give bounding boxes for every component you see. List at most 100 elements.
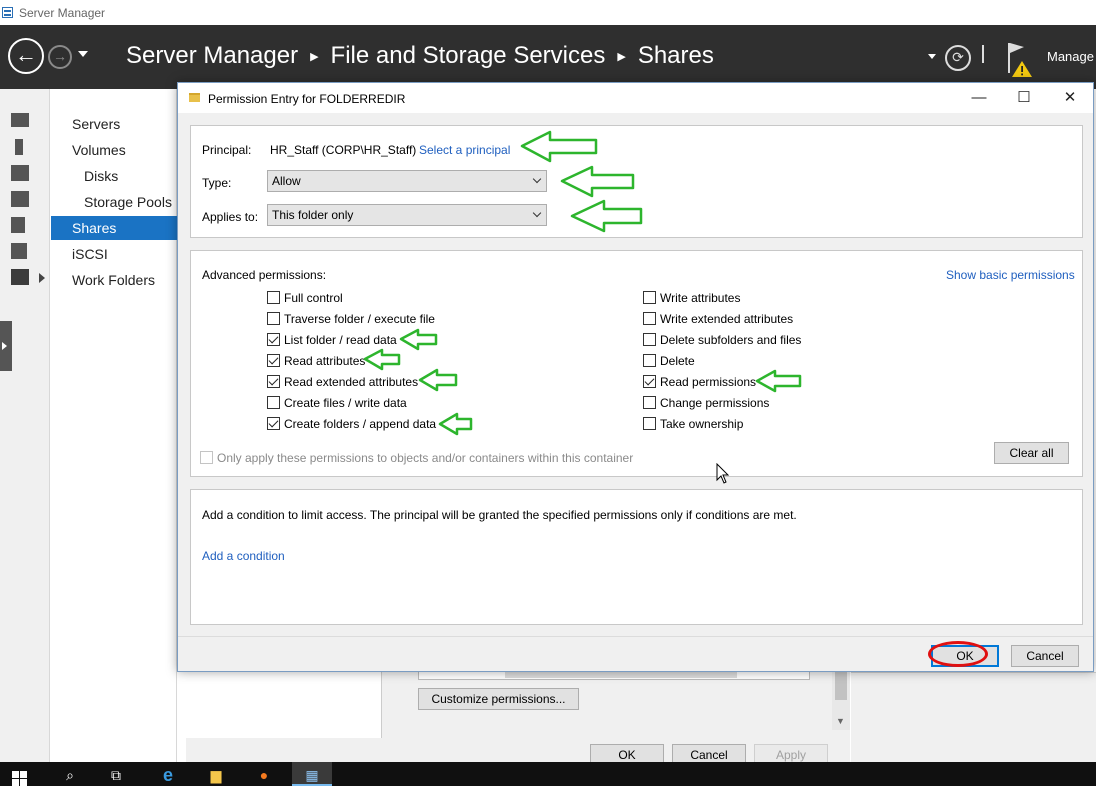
cancel-button[interactable]: Cancel — [1011, 645, 1079, 667]
file-services-icon[interactable] — [11, 269, 29, 285]
show-basic-permissions-link[interactable]: Show basic permissions — [946, 268, 1075, 282]
header-bar: ← → Server Manager ▶ File and Storage Se… — [0, 25, 1096, 89]
minimize-icon[interactable]: — — [968, 87, 990, 109]
perm-change-permissions[interactable]: Change permissions — [643, 395, 769, 410]
history-dropdown-icon[interactable] — [78, 51, 88, 57]
checkbox-checked[interactable] — [267, 333, 280, 346]
expand-arrow-icon[interactable] — [39, 273, 45, 283]
maximize-icon[interactable]: ☐ — [1013, 87, 1035, 109]
forward-button[interactable]: → — [48, 45, 72, 69]
principal-value: HR_Staff (CORP\HR_Staff) — [270, 143, 417, 157]
background-right-panel — [851, 672, 1096, 762]
close-icon[interactable]: ✕ — [1059, 87, 1081, 109]
refresh-icon[interactable]: ⟳ — [945, 45, 971, 71]
server-manager-taskbar-icon[interactable]: ▦ — [292, 762, 332, 786]
principal-panel: Principal: HR_Staff (CORP\HR_Staff) Sele… — [190, 125, 1083, 238]
perm-create-folders[interactable]: Create folders / append data — [267, 416, 436, 431]
tools-icon[interactable] — [11, 217, 25, 233]
perm-label: Full control — [284, 290, 343, 305]
perm-delete[interactable]: Delete — [643, 353, 695, 368]
perm-label: Read extended attributes — [284, 374, 419, 389]
checkbox-checked[interactable] — [267, 417, 280, 430]
perm-label: List folder / read data — [284, 332, 397, 347]
checkbox[interactable] — [643, 396, 656, 409]
checkbox-checked[interactable] — [643, 375, 656, 388]
perm-read-permissions[interactable]: Read permissions — [643, 374, 756, 389]
dialog-titlebar: Permission Entry for FOLDERREDIR — ☐ ✕ — [178, 83, 1093, 113]
perm-write-attributes[interactable]: Write attributes — [643, 290, 740, 305]
start-windows-icon[interactable] — [12, 771, 28, 786]
applies-to-label: Applies to: — [202, 210, 259, 224]
subnav-item-disks[interactable]: Disks — [51, 164, 177, 188]
applies-to-dropdown[interactable]: This folder only — [267, 204, 547, 226]
perm-create-files[interactable]: Create files / write data — [267, 395, 407, 410]
back-button[interactable]: ← — [8, 38, 44, 74]
chevron-down-icon — [532, 208, 542, 218]
checkbox[interactable] — [643, 417, 656, 430]
perm-write-extended-attributes[interactable]: Write extended attributes — [643, 311, 793, 326]
folder-icon — [189, 93, 200, 102]
checkbox-checked[interactable] — [267, 354, 280, 367]
perm-read-extended-attributes[interactable]: Read extended attributes — [267, 374, 418, 389]
panel-toggle-handle[interactable] — [0, 321, 12, 371]
subnav-item-shares[interactable]: Shares — [51, 216, 177, 240]
internet-explorer-icon[interactable]: e — [148, 762, 188, 786]
breadcrumb-item[interactable]: Server Manager — [126, 42, 298, 70]
breadcrumb-item[interactable]: File and Storage Services — [331, 42, 606, 70]
scroll-down-icon[interactable]: ▼ — [836, 716, 845, 726]
perm-read-attributes[interactable]: Read attributes — [267, 353, 365, 368]
annotation-ring — [928, 641, 988, 667]
checkbox[interactable] — [267, 291, 280, 304]
perm-traverse-folder[interactable]: Traverse folder / execute file — [267, 311, 435, 326]
perm-label: Read permissions — [660, 374, 757, 389]
checkbox[interactable] — [643, 333, 656, 346]
local-server-icon[interactable] — [15, 139, 23, 155]
notifications-flag-icon[interactable] — [1004, 41, 1034, 77]
checkbox[interactable] — [643, 291, 656, 304]
mouse-cursor-icon — [716, 463, 730, 484]
header-dropdown-icon[interactable] — [928, 54, 936, 59]
search-icon[interactable]: ⌕ — [50, 762, 90, 786]
perm-delete-subfolders[interactable]: Delete subfolders and files — [643, 332, 801, 347]
customize-permissions-button[interactable]: Customize permissions... — [418, 688, 579, 710]
checkbox[interactable] — [267, 396, 280, 409]
all-servers-icon[interactable] — [11, 165, 29, 181]
header-divider — [982, 45, 984, 63]
checkbox[interactable] — [267, 312, 280, 325]
perm-take-ownership[interactable]: Take ownership — [643, 416, 743, 431]
subnav-list: Servers Volumes Disks Storage Pools Shar… — [51, 89, 177, 762]
type-dropdown[interactable]: Allow — [267, 170, 547, 192]
subnav-item-work-folders[interactable]: Work Folders — [51, 268, 177, 292]
add-condition-link[interactable]: Add a condition — [202, 549, 285, 563]
select-principal-link[interactable]: Select a principal — [419, 143, 510, 157]
checkbox[interactable] — [643, 354, 656, 367]
subnav-item-volumes[interactable]: Volumes — [51, 138, 177, 162]
subnav-item-iscsi[interactable]: iSCSI — [51, 242, 177, 266]
window-title: Server Manager — [19, 6, 106, 20]
breadcrumb-item[interactable]: Shares — [638, 42, 714, 70]
perm-label: Change permissions — [660, 395, 770, 410]
perm-list-folder[interactable]: List folder / read data — [267, 332, 397, 347]
file-explorer-icon[interactable]: ▆ — [196, 762, 236, 786]
advanced-permissions-label: Advanced permissions: — [202, 268, 327, 282]
perm-full-control[interactable]: Full control — [267, 290, 343, 305]
dialog-body: Principal: HR_Staff (CORP\HR_Staff) Sele… — [178, 113, 1093, 671]
server-manager-icon — [2, 7, 13, 18]
task-view-icon[interactable]: ⧉ — [96, 762, 136, 786]
users-icon[interactable] — [11, 243, 27, 259]
dashboard-icon[interactable] — [11, 113, 29, 127]
permissions-panel: Advanced permissions: Show basic permiss… — [190, 250, 1083, 477]
file-storage-icon[interactable] — [11, 191, 29, 207]
checkbox[interactable] — [643, 312, 656, 325]
firefox-icon[interactable]: ● — [244, 762, 284, 786]
principal-label: Principal: — [202, 143, 252, 157]
clear-all-button[interactable]: Clear all — [994, 442, 1069, 464]
manage-menu[interactable]: Manage — [1047, 49, 1094, 64]
subnav-item-servers[interactable]: Servers — [51, 112, 177, 136]
checkbox-checked[interactable] — [267, 375, 280, 388]
chevron-down-icon — [532, 174, 542, 184]
icon-sidebar — [0, 89, 50, 762]
window-titlebar: Server Manager — [0, 0, 1096, 25]
subnav-item-storage-pools[interactable]: Storage Pools — [51, 190, 177, 214]
permission-entry-dialog: Permission Entry for FOLDERREDIR — ☐ ✕ P… — [177, 82, 1094, 672]
